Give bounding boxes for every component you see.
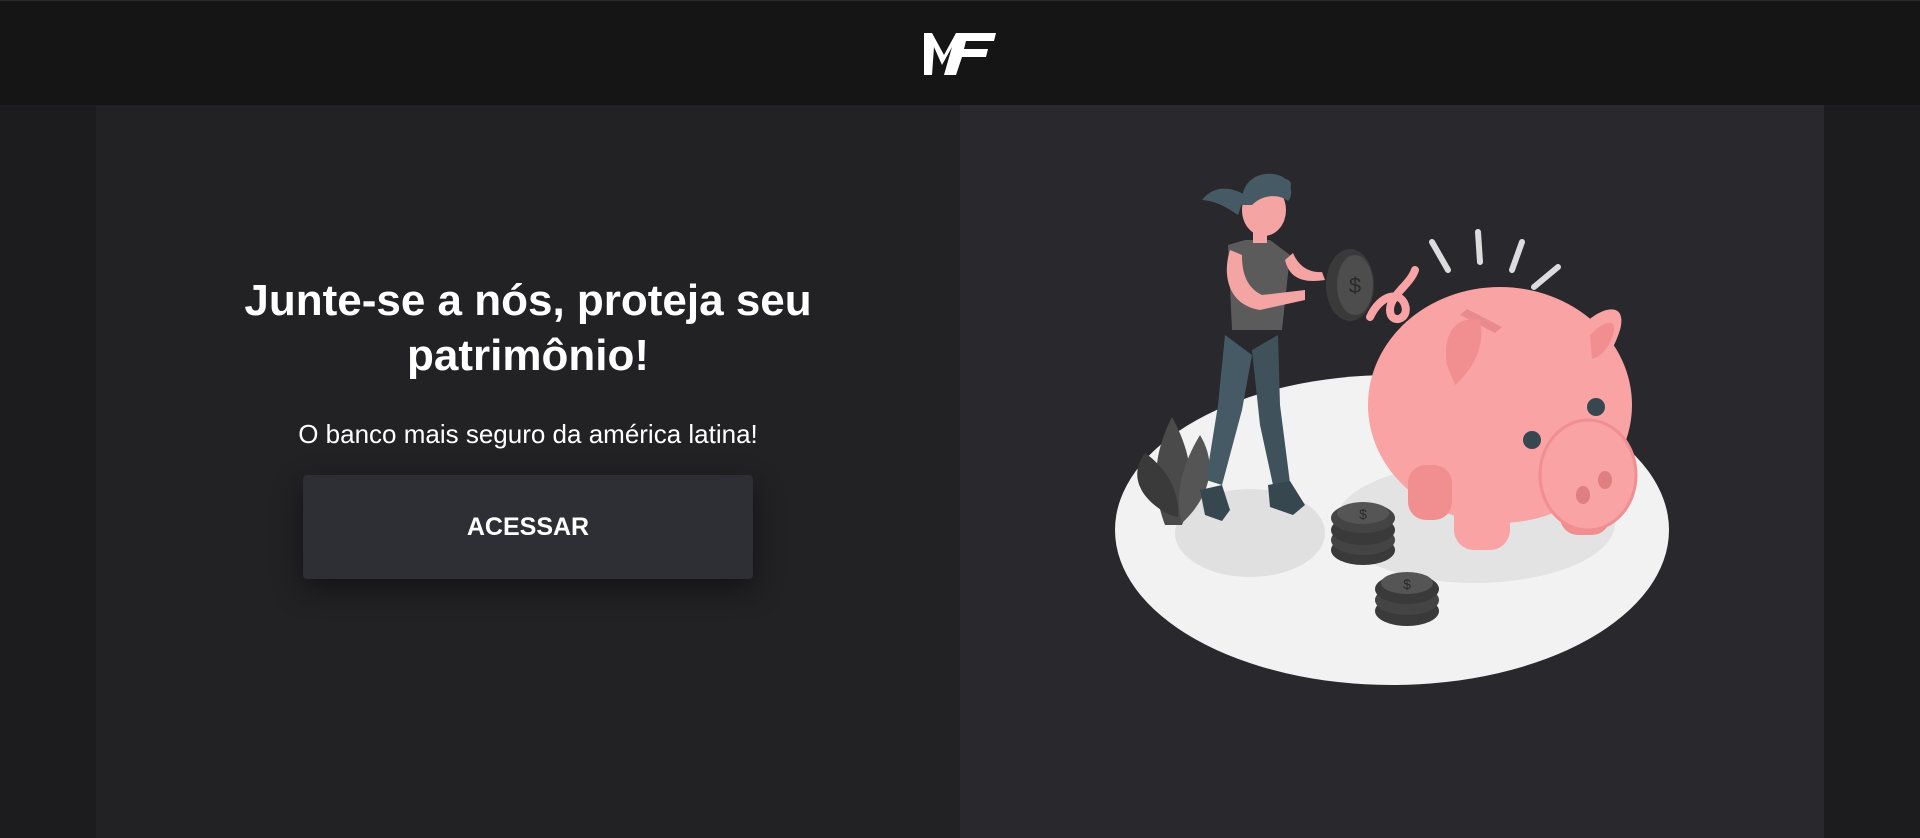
piggy-bank-savings-icon: $ $ $ — [1115, 173, 1669, 685]
access-button[interactable]: ACESSAR — [303, 475, 753, 579]
hero-text: Junte-se a nós, proteja seu patrimônio! … — [96, 273, 960, 449]
piggy-bank-illustration: $ $ $ — [960, 105, 1824, 838]
hero-tagline: O banco mais seguro da américa latina! — [298, 419, 758, 449]
landing-page: Junte-se a nós, proteja seu patrimônio! … — [0, 105, 1920, 838]
hero-headline: Junte-se a nós, proteja seu patrimônio! — [244, 276, 812, 380]
top-bar — [0, 0, 1920, 105]
hero-left-panel: Junte-se a nós, proteja seu patrimônio! … — [96, 105, 960, 838]
svg-text:$: $ — [1359, 506, 1367, 522]
mf-logo-icon — [924, 33, 996, 75]
hero-right-panel: $ $ $ — [960, 105, 1824, 838]
brand-logo[interactable] — [922, 29, 998, 77]
svg-text:$: $ — [1403, 576, 1411, 592]
hero-container: Junte-se a nós, proteja seu patrimônio! … — [96, 105, 1824, 838]
svg-text:$: $ — [1349, 273, 1361, 298]
